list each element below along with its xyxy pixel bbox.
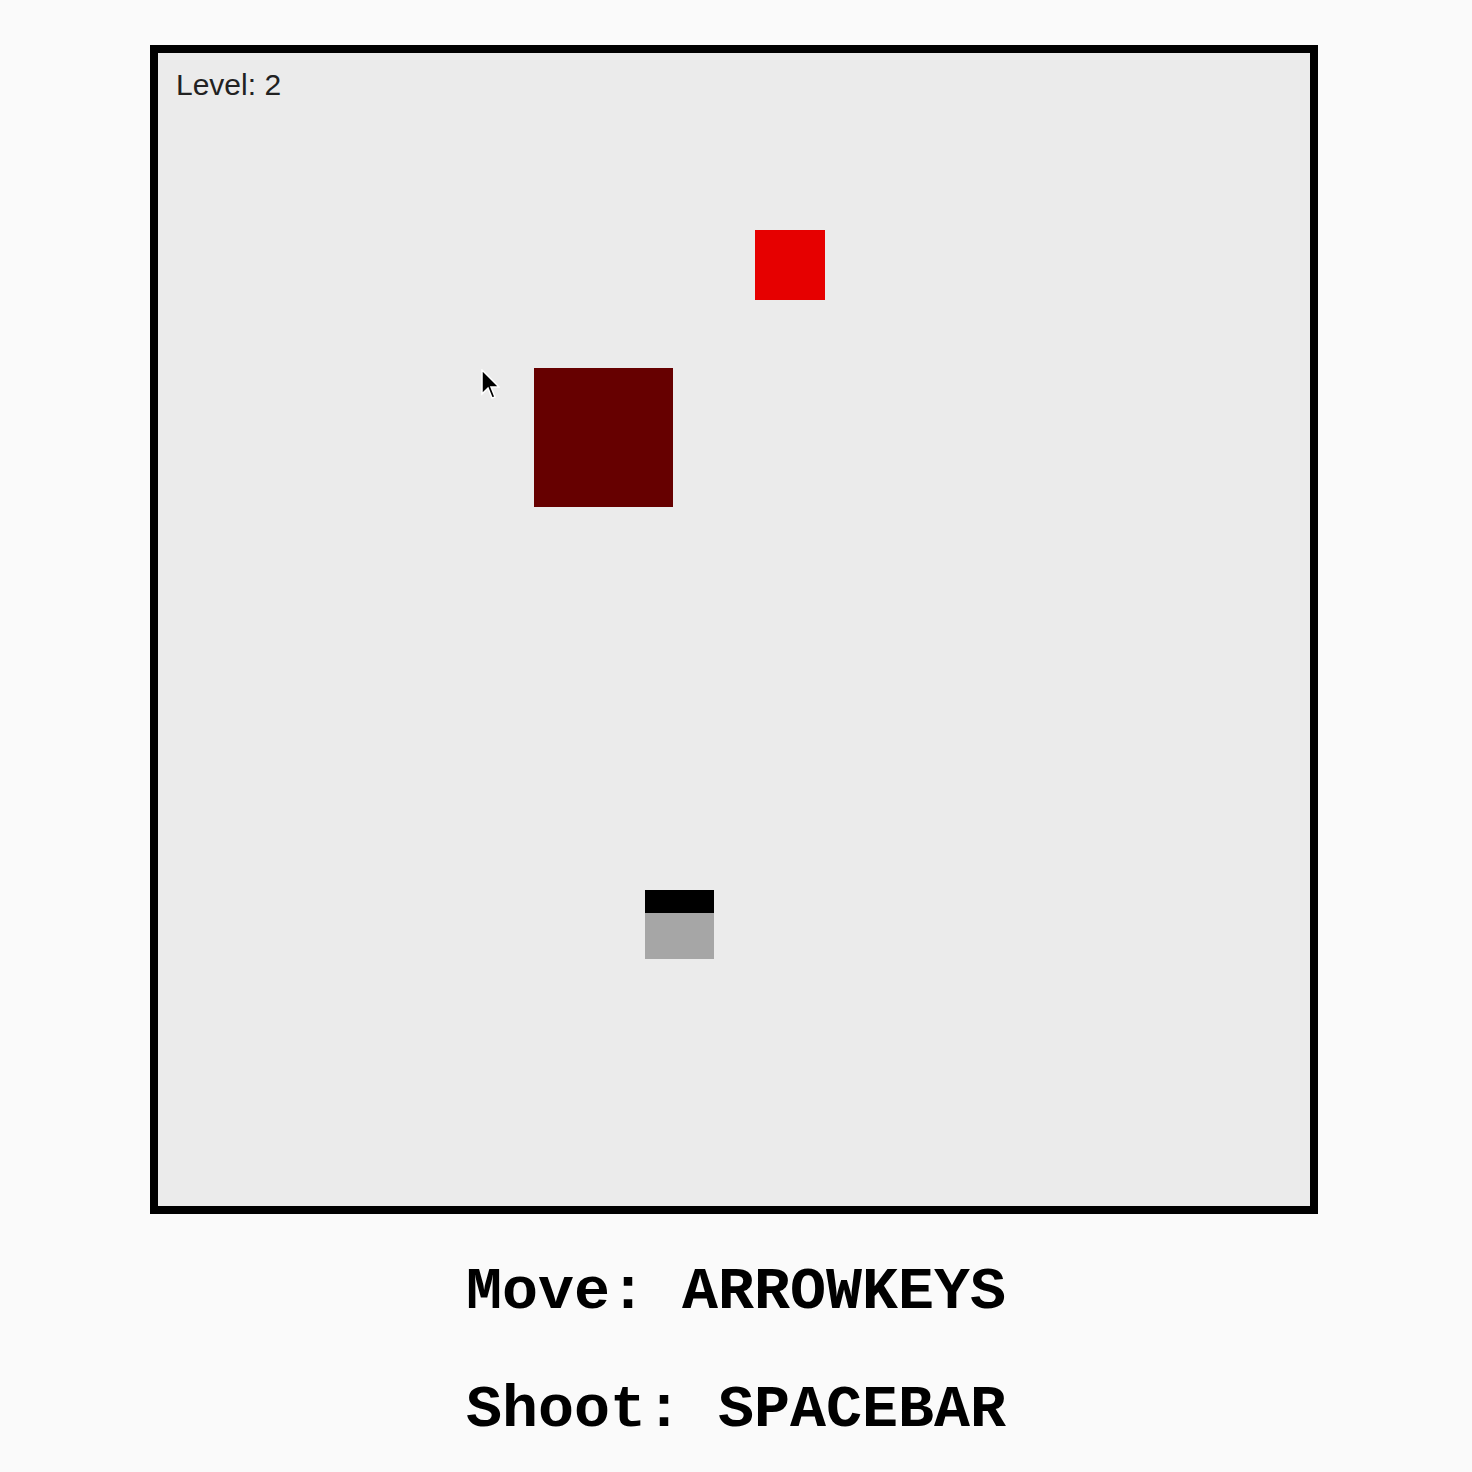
enemy-block bbox=[534, 368, 673, 507]
player-cannon bbox=[645, 890, 714, 913]
level-label: Level: 2 bbox=[176, 67, 281, 103]
game-board[interactable]: Level: 2 bbox=[150, 45, 1318, 1214]
player-body bbox=[645, 913, 714, 959]
enemy-fill bbox=[534, 368, 673, 507]
enemy-block bbox=[755, 230, 825, 300]
control-hint: Shoot: SPACEBAR bbox=[466, 1380, 1006, 1440]
control-hint: Move: ARROWKEYS bbox=[466, 1262, 1006, 1322]
player-ship bbox=[645, 890, 714, 959]
cursor-icon bbox=[480, 369, 500, 401]
enemy-fill bbox=[755, 230, 825, 300]
